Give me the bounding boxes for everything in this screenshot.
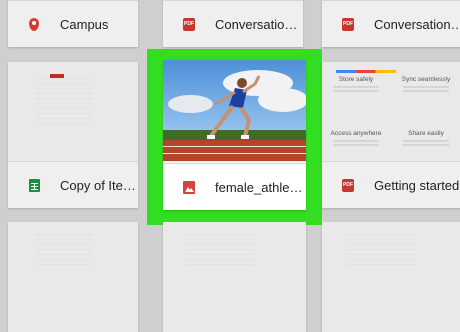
file-card-campus[interactable]: Campus: [8, 0, 138, 47]
file-card-footer: PDF Conversation b…: [163, 0, 303, 47]
file-name: Campus: [60, 16, 109, 32]
pdf-icon: PDF: [342, 178, 354, 192]
file-card-getting-started[interactable]: Store safely Sync seamlessly Access anyw…: [322, 62, 460, 208]
feature-title: Share easily: [408, 130, 444, 137]
file-card-spreadsheet-1[interactable]: [8, 222, 138, 332]
feature-title: Store safely: [338, 76, 374, 83]
file-card-spreadsheet-3[interactable]: [322, 222, 460, 332]
map-pin-icon: [28, 17, 40, 31]
file-name: Conversation b…: [374, 16, 460, 32]
file-card-spreadsheet-2[interactable]: [163, 222, 306, 332]
spreadsheet-thumbnail: [8, 222, 138, 332]
file-card-conversation-1[interactable]: PDF Conversation b…: [163, 0, 303, 47]
getting-started-thumbnail: Store safely Sync seamlessly Access anyw…: [322, 62, 460, 162]
file-card-conversation-2[interactable]: PDF Conversation b…: [322, 0, 460, 47]
athlete-photo-thumbnail: [163, 60, 306, 162]
feature-title: Sync seamlessly: [401, 76, 451, 83]
file-name: Conversation b…: [215, 16, 303, 32]
file-card-footer: Campus: [8, 0, 138, 47]
file-card-copy-of-items[interactable]: Copy of Items: [8, 62, 138, 208]
spreadsheet-thumbnail: [8, 62, 138, 162]
file-card-footer: PDF Conversation b…: [322, 0, 460, 47]
color-bar: [336, 70, 396, 73]
file-name: female_athlete…: [215, 179, 306, 195]
spreadsheet-thumbnail: [322, 222, 460, 332]
file-card-footer: Copy of Items: [8, 161, 138, 208]
pdf-icon: PDF: [183, 17, 195, 31]
image-icon: [183, 180, 195, 194]
file-card-footer: female_athlete…: [163, 163, 306, 210]
file-card-footer: PDF Getting started: [322, 161, 460, 208]
file-card-female-athlete[interactable]: female_athlete…: [163, 60, 306, 210]
pdf-icon: PDF: [342, 17, 354, 31]
runner-figure: [207, 75, 261, 139]
file-name: Getting started: [374, 177, 460, 193]
sheets-icon: [28, 178, 40, 192]
feature-title: Access anywhere: [330, 130, 382, 137]
file-name: Copy of Items: [60, 177, 138, 193]
spreadsheet-thumbnail: [163, 222, 306, 332]
